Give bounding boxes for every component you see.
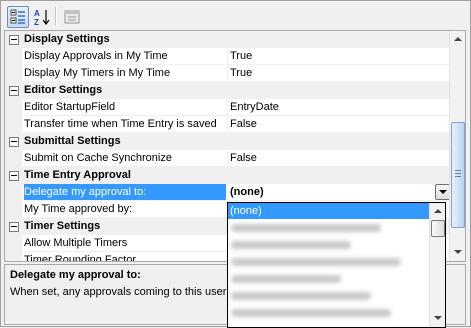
scroll-down-icon[interactable] bbox=[451, 245, 464, 260]
category-label: Editor Settings bbox=[24, 84, 103, 96]
categorized-view-button[interactable] bbox=[7, 6, 29, 28]
toolbar-separator bbox=[55, 7, 57, 25]
categorized-icon bbox=[10, 9, 25, 24]
dropdown-scrollbar-thumb[interactable] bbox=[431, 220, 445, 237]
scrollbar-thumb[interactable] bbox=[451, 122, 465, 228]
collapse-icon[interactable] bbox=[9, 35, 19, 45]
property-row-selected[interactable]: Delegate my approval to: (none) bbox=[5, 184, 452, 201]
property-pages-icon bbox=[64, 10, 80, 24]
help-description: When set, any approvals coming to this u… bbox=[10, 286, 227, 298]
sort-az-icon: A Z bbox=[34, 9, 50, 27]
dropdown-option-redacted[interactable] bbox=[228, 220, 430, 236]
dropdown-option-redacted[interactable] bbox=[228, 305, 430, 321]
category-submittal-settings[interactable]: Submittal Settings bbox=[5, 133, 449, 150]
property-name: Timer Rounding Factor bbox=[24, 252, 226, 261]
delegate-dropdown-list[interactable]: (none) bbox=[227, 202, 446, 328]
delegate-approval-combo[interactable]: (none) bbox=[227, 184, 452, 201]
property-value[interactable]: True bbox=[227, 65, 452, 82]
property-toolbar: A Z bbox=[3, 3, 468, 28]
property-grid-window: A Z Display Settings Display Approvals i… bbox=[0, 0, 471, 328]
scroll-down-icon[interactable] bbox=[431, 311, 444, 326]
property-value[interactable]: EntryDate bbox=[227, 99, 452, 116]
property-name: Editor StartupField bbox=[24, 99, 226, 116]
scroll-up-icon[interactable] bbox=[451, 32, 464, 47]
property-pages-button[interactable] bbox=[61, 6, 83, 28]
collapse-icon[interactable] bbox=[9, 86, 19, 96]
dropdown-option-redacted[interactable] bbox=[228, 237, 430, 253]
dropdown-option-none[interactable]: (none) bbox=[228, 203, 430, 219]
property-name: Delegate my approval to: bbox=[24, 184, 226, 201]
grid-scrollbar[interactable] bbox=[449, 31, 465, 261]
property-name: Submit on Cache Synchronize bbox=[24, 150, 226, 167]
property-name: Display My Timers in My Time bbox=[24, 65, 226, 82]
property-name: Display Approvals in My Time bbox=[24, 48, 226, 65]
property-row[interactable]: Editor StartupField EntryDate bbox=[5, 99, 452, 116]
dropdown-option-redacted[interactable] bbox=[228, 288, 430, 304]
category-time-entry-approval[interactable]: Time Entry Approval bbox=[5, 167, 449, 184]
property-row[interactable]: Submit on Cache Synchronize False bbox=[5, 150, 452, 167]
property-row[interactable]: Transfer time when Time Entry is saved F… bbox=[5, 116, 452, 133]
property-name: Transfer time when Time Entry is saved bbox=[24, 116, 226, 133]
property-value[interactable]: False bbox=[227, 150, 452, 167]
help-title: Delegate my approval to: bbox=[10, 269, 141, 281]
property-value[interactable]: True bbox=[227, 48, 452, 65]
category-display-settings[interactable]: Display Settings bbox=[5, 31, 449, 48]
property-row[interactable]: Display Approvals in My Time True bbox=[5, 48, 452, 65]
property-name: My Time approved by: bbox=[24, 201, 226, 218]
category-label: Time Entry Approval bbox=[24, 169, 131, 181]
collapse-icon[interactable] bbox=[9, 137, 19, 147]
collapse-icon[interactable] bbox=[9, 222, 19, 232]
dropdown-option-redacted[interactable] bbox=[228, 271, 430, 287]
svg-text:A: A bbox=[34, 9, 40, 18]
category-editor-settings[interactable]: Editor Settings bbox=[5, 82, 449, 99]
property-value[interactable]: False bbox=[227, 116, 452, 133]
dropdown-scrollbar[interactable] bbox=[429, 203, 445, 327]
category-label: Display Settings bbox=[24, 33, 110, 45]
property-name: Allow Multiple Timers bbox=[24, 235, 226, 252]
collapse-icon[interactable] bbox=[9, 171, 19, 181]
property-row[interactable]: Display My Timers in My Time True bbox=[5, 65, 452, 82]
dropdown-option-redacted[interactable] bbox=[228, 254, 430, 270]
combo-value: (none) bbox=[230, 186, 264, 198]
scroll-up-icon[interactable] bbox=[431, 204, 444, 219]
alphabetical-view-button[interactable]: A Z bbox=[31, 6, 53, 28]
svg-text:Z: Z bbox=[34, 18, 39, 27]
category-label: Submittal Settings bbox=[24, 135, 121, 147]
